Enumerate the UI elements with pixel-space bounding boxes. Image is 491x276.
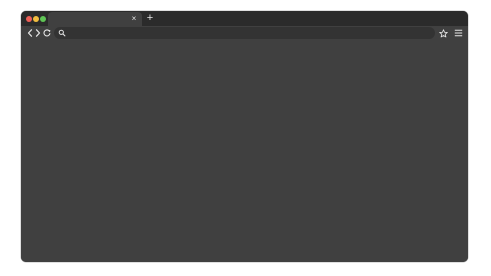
- tab-close-icon[interactable]: ×: [129, 13, 139, 25]
- reload-button[interactable]: [42, 28, 51, 38]
- bookmark-button[interactable]: [439, 28, 448, 38]
- browser-window: × +: [21, 11, 468, 262]
- forward-button[interactable]: [33, 28, 42, 38]
- page-viewport[interactable]: [21, 40, 468, 262]
- address-input[interactable]: [68, 28, 428, 38]
- toolbar: [21, 26, 468, 40]
- tab-active[interactable]: ×: [48, 12, 142, 26]
- new-tab-button[interactable]: +: [145, 13, 155, 24]
- menu-button[interactable]: [454, 28, 463, 38]
- close-window-button[interactable]: [26, 16, 32, 22]
- minimize-window-button[interactable]: [33, 16, 39, 22]
- hamburger-menu-icon: [454, 29, 463, 37]
- chevron-right-icon: [35, 29, 40, 37]
- chevron-left-icon: [27, 29, 32, 37]
- star-icon: [439, 28, 448, 37]
- reload-icon: [42, 29, 50, 37]
- title-bar: × +: [21, 11, 468, 26]
- search-icon: [58, 29, 66, 37]
- address-bar[interactable]: [54, 27, 435, 39]
- maximize-window-button[interactable]: [40, 16, 46, 22]
